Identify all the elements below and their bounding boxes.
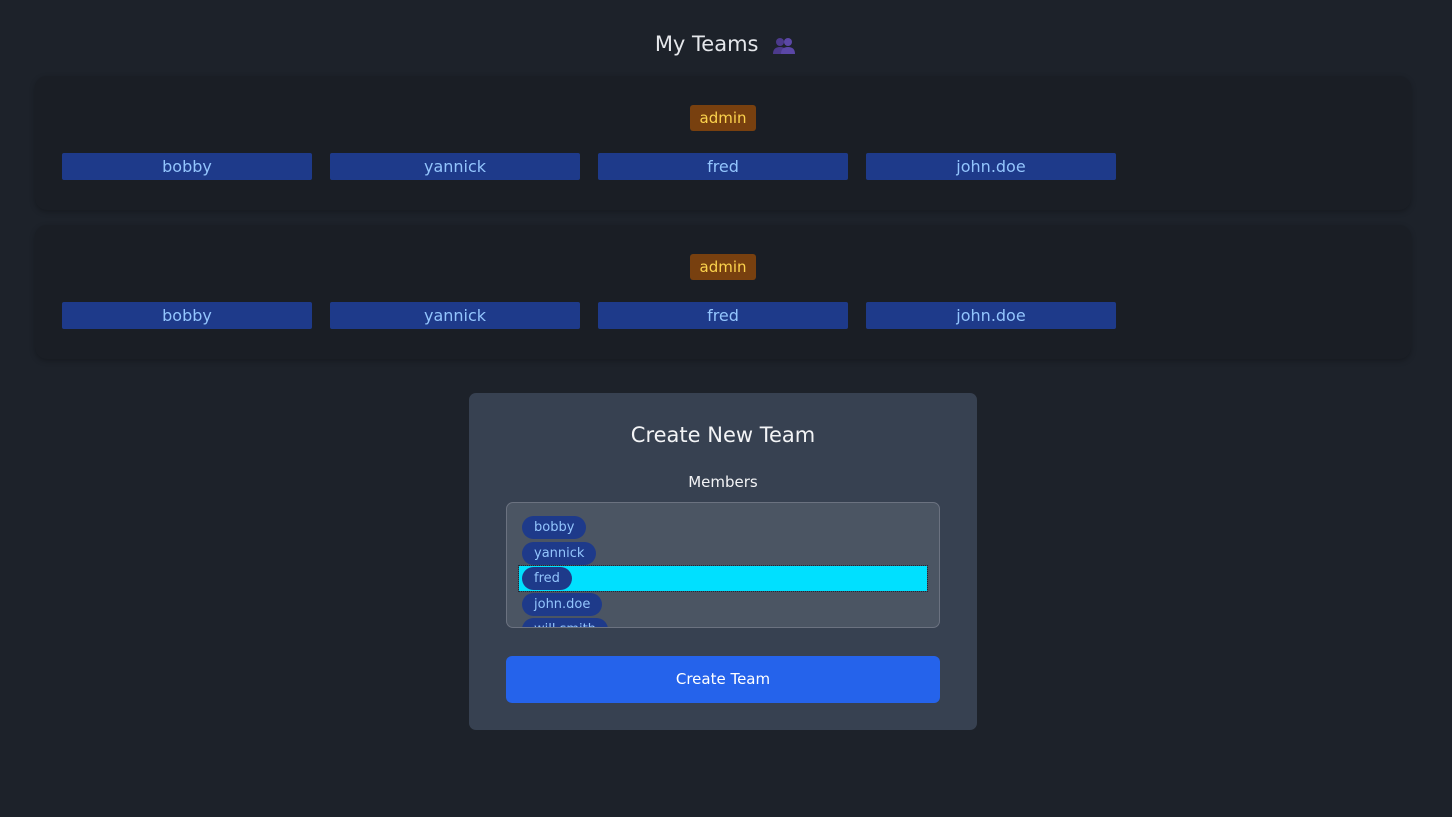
create-team-title: Create New Team <box>630 423 816 447</box>
team-card: admin bobby yannick fred john.doe <box>35 76 1411 210</box>
member-option-label: yannick <box>522 542 597 565</box>
member-option-label: fred <box>522 567 572 590</box>
member-option-label: bobby <box>522 516 587 539</box>
member-chip: yannick <box>330 302 580 329</box>
role-badge: admin <box>690 105 756 131</box>
member-option-yannick[interactable]: yannick <box>519 541 927 566</box>
member-chip: yannick <box>330 153 580 180</box>
page-title-text: My Teams <box>654 32 759 56</box>
member-chip: fred <box>598 302 848 329</box>
member-chip: bobby <box>62 302 312 329</box>
member-chip: john.doe <box>866 302 1116 329</box>
role-badge: admin <box>690 254 756 280</box>
member-option-fred[interactable]: fred <box>518 565 928 592</box>
member-option-will-smith[interactable]: will.smith <box>519 617 927 627</box>
member-chip: fred <box>598 153 848 180</box>
member-option-john-doe[interactable]: john.doe <box>519 592 927 617</box>
members-label: Members <box>688 473 758 491</box>
create-team-button[interactable]: Create Team <box>506 656 940 703</box>
busts-in-silhouette-icon <box>771 35 797 55</box>
member-chip: john.doe <box>866 153 1116 180</box>
page-title: My Teams <box>0 30 1452 58</box>
create-team-panel: Create New Team Members bobby yannick fr… <box>469 393 977 730</box>
member-option-label: john.doe <box>522 593 603 616</box>
member-option-bobby[interactable]: bobby <box>519 515 927 540</box>
members-multiselect[interactable]: bobby yannick fred john.doe will.smith <box>506 502 940 628</box>
member-option-label: will.smith <box>522 618 608 627</box>
member-chip: bobby <box>62 153 312 180</box>
team-card: admin bobby yannick fred john.doe <box>35 225 1411 359</box>
